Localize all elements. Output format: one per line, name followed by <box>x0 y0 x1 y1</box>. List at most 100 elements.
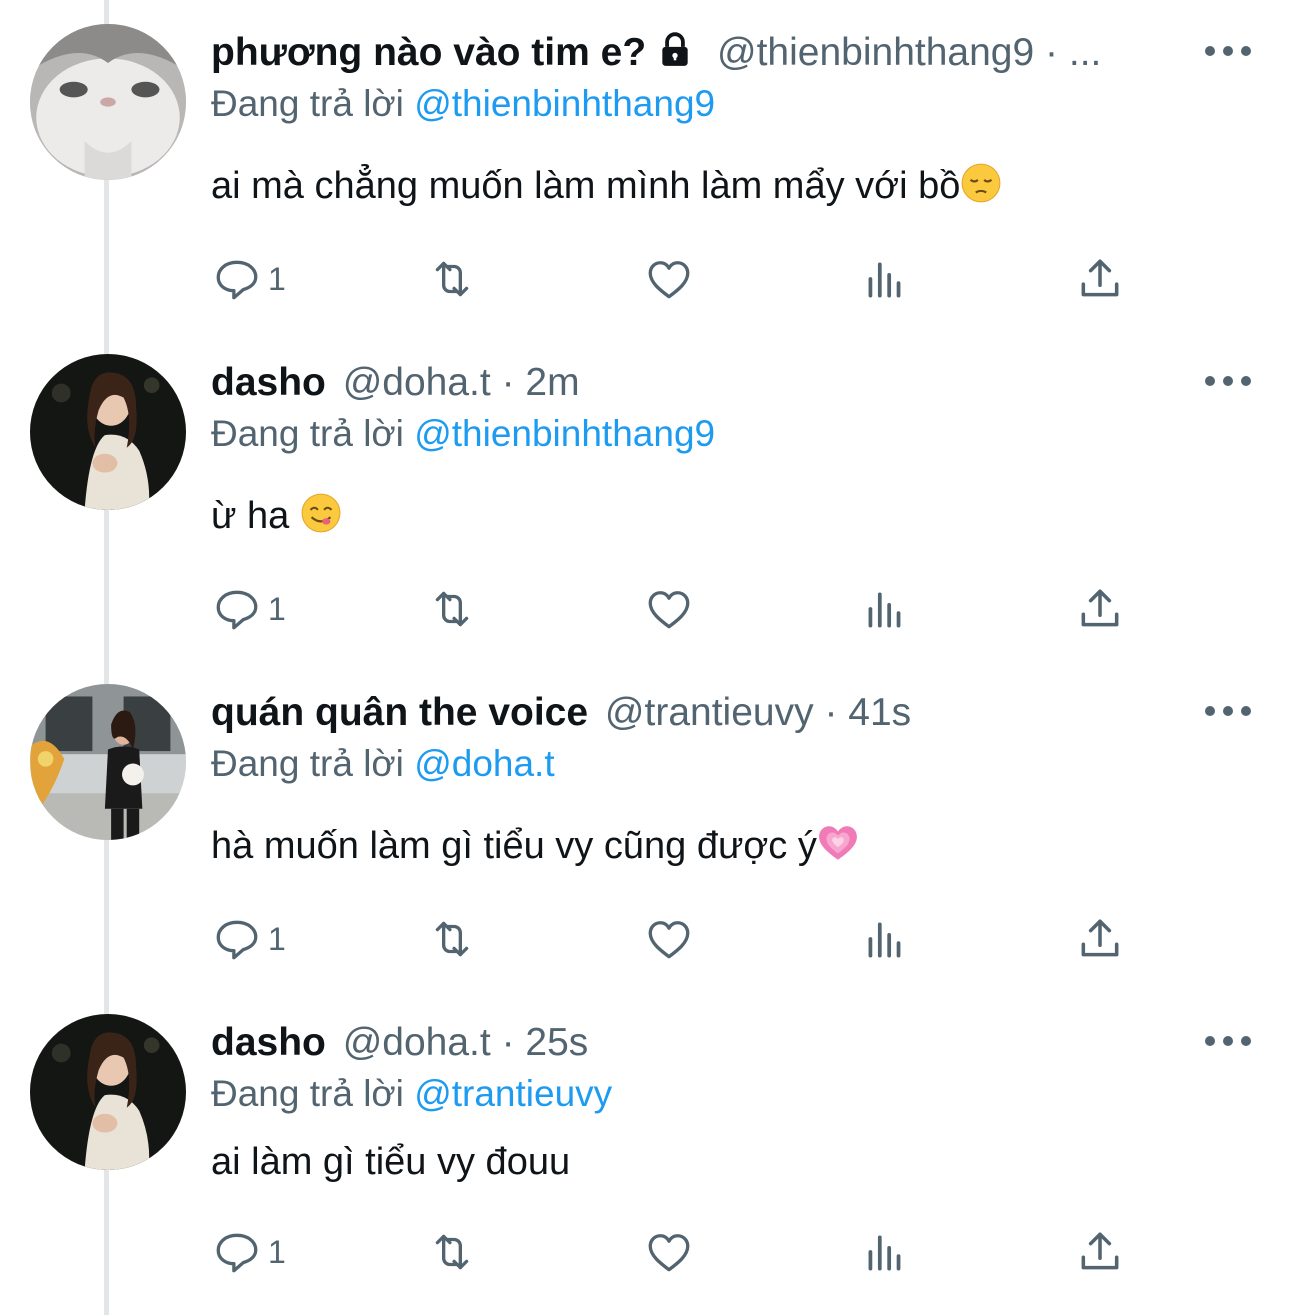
analytics-button[interactable] <box>860 251 910 307</box>
analytics-icon <box>868 922 901 958</box>
retweet-icon <box>435 591 469 627</box>
analytics-button[interactable] <box>860 1224 910 1280</box>
timestamp[interactable]: · 41s <box>824 691 911 734</box>
analytics-button[interactable] <box>860 911 910 967</box>
analytics-icon <box>868 592 901 628</box>
reply-button[interactable]: 1 <box>212 581 286 637</box>
timestamp[interactable]: · ... <box>1045 31 1101 74</box>
display-name[interactable]: dasho <box>211 1021 326 1064</box>
tweet-header: quán quân the voice @trantieuvy · 41s <box>211 686 911 740</box>
share-button[interactable] <box>1075 581 1125 637</box>
more-icon[interactable] <box>1205 368 1251 394</box>
tweet-text: hà muốn làm gì tiểu vy cũng được ý <box>211 820 859 872</box>
replying-to: Đang trả lời @doha.t <box>211 739 555 789</box>
retweet-button[interactable] <box>427 251 477 307</box>
tweet-text: ừ ha <box>211 490 342 542</box>
share-icon <box>1081 589 1119 627</box>
like-icon <box>648 921 690 959</box>
like-button[interactable] <box>644 1224 694 1280</box>
share-button[interactable] <box>1075 911 1125 967</box>
tweet[interactable]: dasho @doha.t · 2m Đang trả lời @thienbi… <box>0 330 1290 660</box>
tweet-actions: 1 <box>0 911 1290 967</box>
tweet-text-content: ừ ha <box>211 495 300 537</box>
more-icon[interactable] <box>1205 698 1251 724</box>
reply-icon <box>216 260 258 300</box>
display-name[interactable]: dasho <box>211 361 326 404</box>
mention-link[interactable]: @doha.t <box>414 743 554 784</box>
tweet[interactable]: quán quân the voice @trantieuvy · 41s Đa… <box>0 660 1290 990</box>
retweet-icon <box>435 1234 469 1270</box>
handle[interactable]: @trantieuvy <box>605 691 814 734</box>
retweet-icon <box>435 921 469 957</box>
mention-link[interactable]: @trantieuvy <box>414 1073 612 1114</box>
like-button[interactable] <box>644 251 694 307</box>
tweet-header: phương nào vào tim e? @thienbinhthang9 ·… <box>211 26 1101 80</box>
reply-button[interactable]: 1 <box>212 1224 286 1280</box>
tweet[interactable]: phương nào vào tim e? @thienbinhthang9 ·… <box>0 0 1290 330</box>
tweet[interactable]: dasho @doha.t · 25s Đang trả lời @tranti… <box>0 990 1290 1315</box>
replying-to: Đang trả lời @thienbinhthang9 <box>211 79 715 129</box>
more-icon[interactable] <box>1205 38 1251 64</box>
mention-link[interactable]: @thienbinhthang9 <box>414 83 715 124</box>
like-button[interactable] <box>644 581 694 637</box>
lock-icon <box>656 30 694 70</box>
retweet-button[interactable] <box>427 581 477 637</box>
reply-button[interactable]: 1 <box>212 911 286 967</box>
growing-heart-emoji <box>817 822 859 864</box>
share-icon <box>1081 259 1119 297</box>
avatar[interactable] <box>30 24 186 180</box>
handle[interactable]: @doha.t <box>343 1021 491 1064</box>
replying-to: Đang trả lời @trantieuvy <box>211 1069 612 1119</box>
replying-to: Đang trả lời @thienbinhthang9 <box>211 409 715 459</box>
replying-label: Đang trả lời <box>211 1073 404 1114</box>
tweet-text-content: hà muốn làm gì tiểu vy cũng được ý <box>211 825 817 867</box>
reply-count: 1 <box>268 1233 286 1270</box>
share-icon <box>1081 919 1119 957</box>
handle[interactable]: @thienbinhthang9 <box>717 31 1034 74</box>
reply-icon <box>216 1233 258 1273</box>
analytics-button[interactable] <box>860 581 910 637</box>
like-icon <box>648 1234 690 1272</box>
more-icon[interactable] <box>1205 1028 1251 1054</box>
avatar[interactable] <box>30 684 186 840</box>
timestamp[interactable]: · 25s <box>502 1021 589 1064</box>
avatar[interactable] <box>30 354 186 510</box>
share-button[interactable] <box>1075 251 1125 307</box>
tweet-text: ai làm gì tiểu vy đouu <box>211 1136 570 1188</box>
like-button[interactable] <box>644 911 694 967</box>
tweet-actions: 1 <box>0 251 1290 307</box>
reply-button[interactable]: 1 <box>212 251 286 307</box>
replying-label: Đang trả lời <box>211 83 404 124</box>
like-icon <box>648 261 690 299</box>
replying-label: Đang trả lời <box>211 743 404 784</box>
reply-icon <box>216 920 258 960</box>
avatar[interactable] <box>30 1014 186 1170</box>
tweet-text-content: ai làm gì tiểu vy đouu <box>211 1141 571 1183</box>
replying-label: Đang trả lời <box>211 413 404 454</box>
share-button[interactable] <box>1075 1224 1125 1280</box>
tweet-text: ai mà chẳng muốn làm mình làm mẩy với bồ <box>211 160 1002 212</box>
reply-count: 1 <box>268 260 286 297</box>
tweet-text-content: ai mà chẳng muốn làm mình làm mẩy với bồ <box>211 165 961 207</box>
reply-icon <box>216 590 258 630</box>
tweet-header: dasho @doha.t · 25s <box>211 1016 588 1070</box>
retweet-button[interactable] <box>427 911 477 967</box>
tweet-header: dasho @doha.t · 2m <box>211 356 580 410</box>
timestamp[interactable]: · 2m <box>502 361 580 404</box>
share-icon <box>1081 1232 1119 1270</box>
display-name[interactable]: quán quân the voice <box>211 691 588 734</box>
retweet-icon <box>435 261 469 297</box>
display-name[interactable]: phương nào vào tim e? <box>211 31 646 74</box>
mention-link[interactable]: @thienbinhthang9 <box>414 413 715 454</box>
pensive-face-emoji <box>960 162 1002 204</box>
handle[interactable]: @doha.t <box>343 361 491 404</box>
reply-count: 1 <box>268 920 286 957</box>
like-icon <box>648 591 690 629</box>
retweet-button[interactable] <box>427 1224 477 1280</box>
tweet-actions: 1 <box>0 1224 1290 1280</box>
analytics-icon <box>868 262 901 298</box>
analytics-icon <box>868 1235 901 1271</box>
tweet-actions: 1 <box>0 581 1290 637</box>
reply-count: 1 <box>268 590 286 627</box>
yum-face-emoji <box>300 492 342 534</box>
